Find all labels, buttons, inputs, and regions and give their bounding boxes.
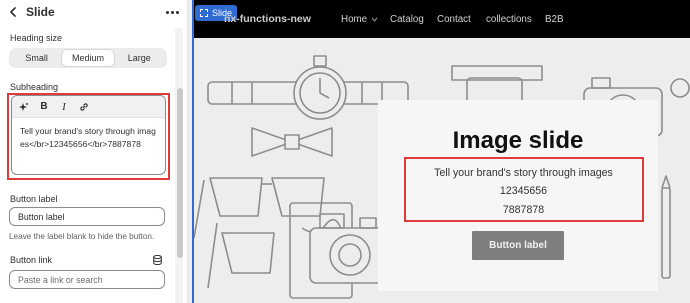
more-dot	[175, 10, 179, 14]
subheading-label: Subheading	[10, 82, 59, 92]
heading-size-segmented-control: Small Medium Large	[9, 48, 167, 68]
chevron-down-icon	[371, 17, 378, 22]
highlight-box-editor	[7, 93, 170, 180]
panel-title: Slide	[26, 5, 55, 19]
button-label-help: Leave the label blank to hide the button…	[9, 232, 155, 241]
nav-link-home[interactable]: Home	[341, 14, 367, 25]
slide-cta-button[interactable]: Button label	[472, 231, 564, 260]
heading-size-label: Heading size	[10, 33, 63, 43]
button-link-input[interactable]: Paste a link or search	[9, 270, 165, 289]
nav-link-b2b[interactable]: B2B	[545, 14, 564, 25]
section-select-icon	[200, 9, 208, 17]
back-button[interactable]	[6, 5, 20, 19]
button-link-label: Button link	[10, 255, 53, 265]
nav-link-catalog[interactable]: Catalog	[390, 14, 424, 25]
panel-scrollbar-thumb[interactable]	[177, 88, 183, 258]
more-options-button[interactable]	[164, 5, 180, 19]
heading-size-small[interactable]: Small	[11, 50, 62, 66]
slide-heading: Image slide	[452, 127, 584, 154]
more-dot	[165, 10, 169, 14]
nav-link-collections[interactable]: collections	[486, 14, 532, 25]
heading-size-medium[interactable]: Medium	[62, 50, 114, 66]
button-label-label: Button label	[10, 194, 58, 204]
nav-link-contact[interactable]: Contact	[437, 14, 471, 25]
store-brand[interactable]: nx-functions-new	[224, 13, 311, 25]
database-icon[interactable]	[153, 255, 162, 265]
chevron-left-icon	[10, 7, 16, 17]
button-label-input[interactable]: Button label	[9, 207, 165, 226]
more-dot	[170, 10, 174, 14]
heading-size-large[interactable]: Large	[114, 50, 165, 66]
panel-header: Slide	[0, 0, 188, 24]
highlight-box-preview	[404, 157, 644, 222]
